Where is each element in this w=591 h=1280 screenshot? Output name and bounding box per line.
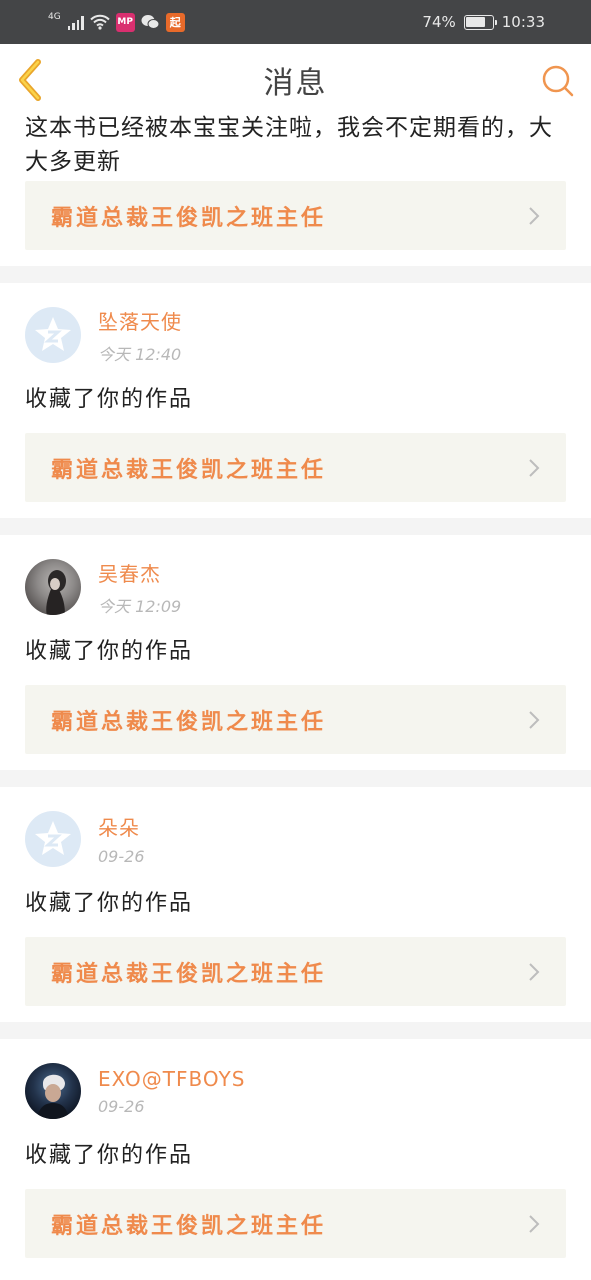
status-right: 74% 10:33 — [422, 13, 545, 31]
page-title: 消息 — [263, 65, 328, 101]
chevron-right-icon — [529, 962, 540, 981]
message-card: 吴春杰 今天 12:09 收藏了你的作品 霸道总裁王俊凯之班主任 — [0, 535, 591, 770]
book-title: 霸道总裁王俊凯之班主任 — [51, 961, 327, 987]
message-header: 吴春杰 今天 12:09 — [0, 558, 591, 617]
user-name[interactable]: 坠落天使 — [98, 306, 182, 335]
battery-percent: 74% — [422, 13, 456, 31]
user-name[interactable]: 朵朵 — [98, 812, 145, 841]
status-left: 4G MP 起 — [48, 11, 185, 32]
user-meta: 坠落天使 今天 12:40 — [98, 306, 182, 365]
chevron-right-icon — [529, 458, 540, 477]
back-button[interactable] — [14, 58, 48, 102]
comment-text: 这本书已经被本宝宝关注啦，我会不定期看的，大大多更新 — [25, 115, 553, 175]
avatar[interactable] — [25, 559, 81, 615]
wechat-icon — [141, 13, 160, 32]
book-title: 霸道总裁王俊凯之班主任 — [51, 457, 327, 483]
divider — [0, 518, 591, 535]
divider — [0, 266, 591, 283]
book-link[interactable]: 霸道总裁王俊凯之班主任 — [25, 685, 566, 754]
user-photo-icon — [37, 1074, 69, 1119]
message-list[interactable]: 这本书已经被本宝宝关注啦，我会不定期看的，大大多更新 霸道总裁王俊凯之班主任 坠… — [0, 111, 591, 1274]
divider — [0, 770, 591, 787]
default-avatar-icon — [35, 821, 71, 855]
message-text: 收藏了你的作品 — [25, 891, 194, 916]
timestamp: 09-26 — [98, 1096, 145, 1116]
divider — [0, 1022, 591, 1039]
status-bar: 4G MP 起 74% 10:33 — [0, 0, 591, 44]
message-card: EXO@TFBOYS 09-26 收藏了你的作品 霸道总裁王俊凯之班主任 — [0, 1039, 591, 1274]
book-link[interactable]: 霸道总裁王俊凯之班主任 — [25, 1189, 566, 1258]
app-header: 消息 — [0, 44, 591, 116]
user-name[interactable]: 吴春杰 — [98, 558, 181, 587]
chevron-right-icon — [529, 206, 540, 225]
message-text: 收藏了你的作品 — [25, 387, 194, 412]
default-avatar-icon — [35, 317, 71, 351]
qidian-app-icon: 起 — [165, 12, 185, 32]
user-photo-icon — [46, 570, 66, 615]
book-link[interactable]: 霸道总裁王俊凯之班主任 — [25, 181, 566, 250]
book-title: 霸道总裁王俊凯之班主任 — [51, 1213, 327, 1239]
signal-icon — [67, 15, 84, 30]
search-button[interactable] — [541, 64, 575, 98]
message-text: 收藏了你的作品 — [25, 1143, 194, 1168]
avatar[interactable] — [25, 307, 81, 363]
book-title: 霸道总裁王俊凯之班主任 — [51, 205, 327, 231]
message-card: 坠落天使 今天 12:40 收藏了你的作品 霸道总裁王俊凯之班主任 — [0, 283, 591, 518]
user-meta: 朵朵 09-26 — [98, 812, 145, 866]
avatar[interactable] — [25, 1063, 81, 1119]
timestamp: 今天 12:40 — [98, 344, 182, 364]
user-meta: EXO@TFBOYS 09-26 — [98, 1067, 245, 1116]
user-meta: 吴春杰 今天 12:09 — [98, 558, 181, 617]
book-link[interactable]: 霸道总裁王俊凯之班主任 — [25, 937, 566, 1006]
mp-app-icon: MP — [115, 12, 135, 32]
book-link[interactable]: 霸道总裁王俊凯之班主任 — [25, 433, 566, 502]
user-name[interactable]: EXO@TFBOYS — [98, 1067, 245, 1091]
message-text: 收藏了你的作品 — [25, 639, 194, 664]
message-card: 朵朵 09-26 收藏了你的作品 霸道总裁王俊凯之班主任 — [0, 787, 591, 1022]
avatar[interactable] — [25, 811, 81, 867]
network-type: 4G — [48, 11, 61, 22]
message-header: 朵朵 09-26 — [0, 811, 591, 867]
timestamp: 09-26 — [98, 847, 145, 866]
message-header: EXO@TFBOYS 09-26 — [0, 1063, 591, 1119]
wifi-icon — [89, 14, 110, 30]
message-card-top: 这本书已经被本宝宝关注啦，我会不定期看的，大大多更新 霸道总裁王俊凯之班主任 — [0, 111, 591, 266]
message-header: 坠落天使 今天 12:40 — [0, 306, 591, 365]
chevron-right-icon — [529, 710, 540, 729]
timestamp: 今天 12:09 — [98, 596, 182, 616]
clock: 10:33 — [501, 13, 545, 31]
chevron-right-icon — [529, 1214, 540, 1233]
book-title: 霸道总裁王俊凯之班主任 — [51, 709, 327, 735]
battery-icon — [463, 14, 497, 30]
